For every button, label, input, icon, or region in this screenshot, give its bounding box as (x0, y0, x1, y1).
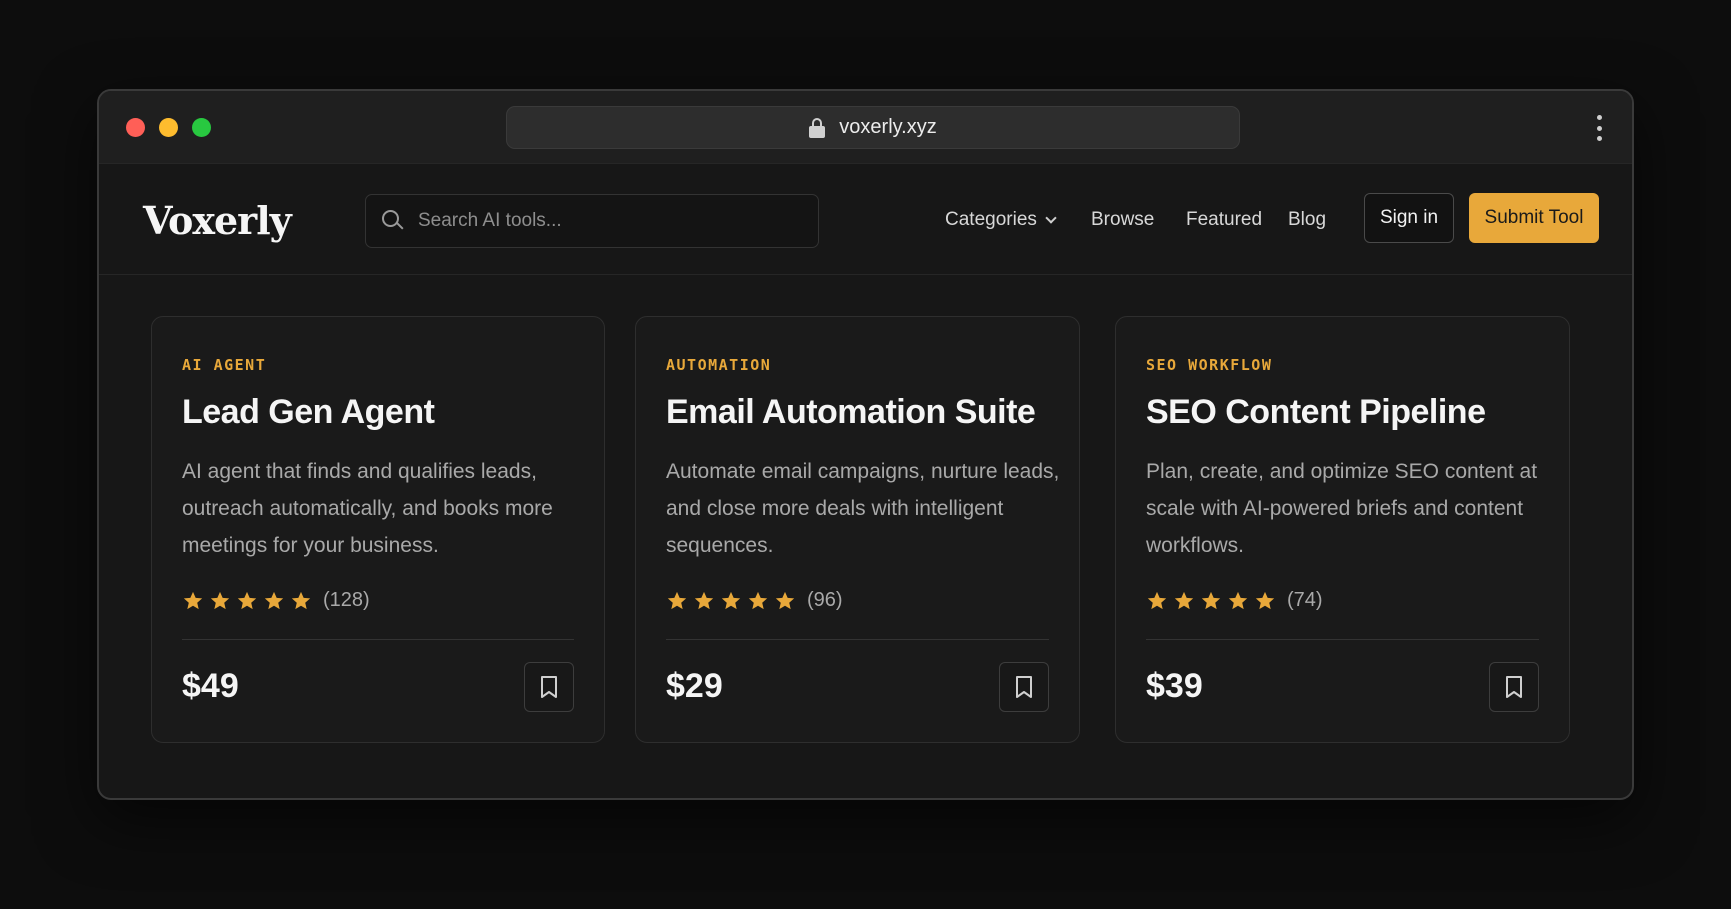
card-category: AI AGENT (182, 356, 267, 374)
search-input[interactable] (418, 210, 798, 232)
nav-categories[interactable]: Categories (945, 209, 1057, 231)
kebab-menu-icon[interactable] (1596, 115, 1602, 141)
card-price: $29 (666, 667, 723, 705)
card-rating: (128) (182, 589, 370, 612)
nav-browse[interactable]: Browse (1091, 209, 1154, 231)
star-icon (264, 591, 284, 609)
minimize-window-button[interactable] (159, 118, 178, 137)
nav-categories-label: Categories (945, 209, 1037, 230)
bookmark-button[interactable] (999, 662, 1049, 712)
star-icon (775, 591, 795, 609)
star-icon (291, 591, 311, 609)
card-price: $49 (182, 667, 239, 705)
star-icon (694, 591, 714, 609)
site-logo[interactable]: Voxerly (143, 198, 292, 243)
star-icon (183, 591, 203, 609)
chevron-down-icon (1045, 212, 1057, 224)
bookmark-icon (541, 676, 557, 698)
nav-featured[interactable]: Featured (1186, 209, 1262, 231)
submit-tool-button[interactable]: Submit Tool (1469, 193, 1599, 243)
card-title[interactable]: Email Automation Suite (666, 393, 1036, 432)
star-icon (1147, 591, 1167, 609)
rating-count: (128) (323, 589, 370, 611)
card-divider (1146, 639, 1539, 640)
star-icon (667, 591, 687, 609)
star-icon (1228, 591, 1248, 609)
card-title[interactable]: Lead Gen Agent (182, 393, 435, 432)
search-icon (382, 210, 404, 232)
star-icon (210, 591, 230, 609)
card-category: SEO WORKFLOW (1146, 356, 1273, 374)
maximize-window-button[interactable] (192, 118, 211, 137)
star-icon (1201, 591, 1221, 609)
bookmark-button[interactable] (1489, 662, 1539, 712)
address-bar[interactable]: voxerly.xyz (506, 106, 1240, 149)
close-window-button[interactable] (126, 118, 145, 137)
tool-card[interactable]: AUTOMATION Email Automation Suite Automa… (635, 316, 1080, 743)
card-title[interactable]: SEO Content Pipeline (1146, 393, 1486, 432)
card-divider (182, 639, 574, 640)
card-category: AUTOMATION (666, 356, 772, 374)
star-icon (748, 591, 768, 609)
bookmark-icon (1506, 676, 1522, 698)
star-icon (721, 591, 741, 609)
card-description: AI agent that finds and qualifies leads,… (182, 460, 553, 557)
card-rating: (96) (666, 589, 843, 612)
rating-count: (74) (1287, 589, 1323, 611)
browser-window: voxerly.xyz Voxerly Categories Browse Fe… (97, 89, 1634, 800)
sign-in-button[interactable]: Sign in (1364, 193, 1454, 243)
search-box[interactable] (365, 194, 819, 248)
url-text: voxerly.xyz (839, 116, 937, 138)
browser-titlebar: voxerly.xyz (99, 91, 1632, 164)
bookmark-button[interactable] (524, 662, 574, 712)
tool-card[interactable]: SEO WORKFLOW SEO Content Pipeline Plan, … (1115, 316, 1570, 743)
star-icon (1174, 591, 1194, 609)
tool-card[interactable]: AI AGENT Lead Gen Agent AI agent that fi… (151, 316, 605, 743)
card-description: Plan, create, and optimize SEO content a… (1146, 460, 1538, 557)
site-header: Voxerly Categories Browse Featured Blog … (99, 164, 1632, 275)
rating-count: (96) (807, 589, 843, 611)
card-divider (666, 639, 1049, 640)
lock-icon (809, 117, 826, 138)
bookmark-icon (1016, 676, 1032, 698)
star-icon (1255, 591, 1275, 609)
card-price: $39 (1146, 667, 1203, 705)
star-icon (237, 591, 257, 609)
nav-blog[interactable]: Blog (1288, 209, 1326, 231)
card-rating: (74) (1146, 589, 1323, 612)
card-description: Automate email campaigns, nurture leads,… (666, 460, 1060, 557)
